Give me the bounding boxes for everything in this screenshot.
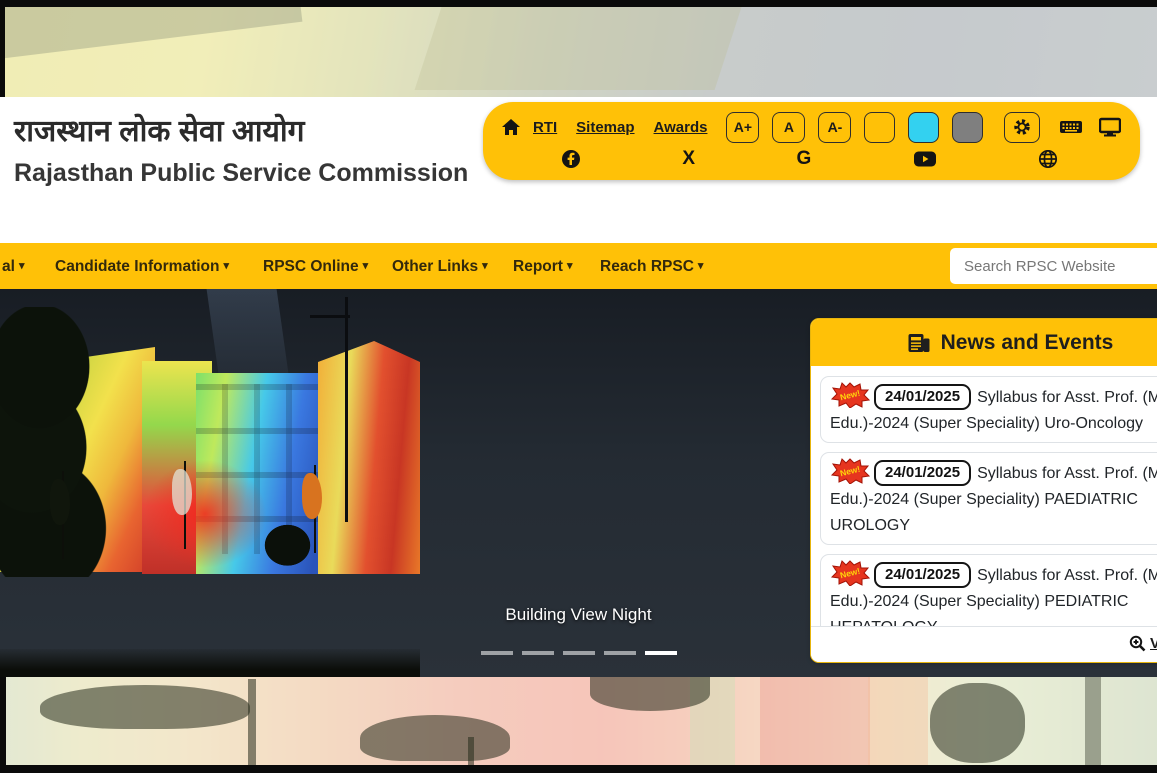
x-icon[interactable]: X (682, 148, 695, 170)
sitemap-link[interactable]: Sitemap (576, 119, 634, 136)
chevron-down-icon: ▾ (19, 260, 25, 272)
font-increase-button[interactable]: A+ (726, 112, 759, 143)
site-title-hindi: राजस्थान लोक सेवा आयोग (14, 109, 305, 150)
chevron-down-icon: ▾ (567, 260, 573, 272)
theme-swatch-gray[interactable] (952, 112, 983, 143)
news-header: News and Events (811, 319, 1157, 366)
news-item[interactable]: New! 24/01/2025Syllabus for Asst. Prof. … (820, 376, 1157, 443)
search-plus-icon (1129, 635, 1146, 652)
news-date-badge: 24/01/2025 (874, 562, 971, 588)
flag-silhouette (300, 465, 330, 553)
font-decrease-button[interactable]: A- (818, 112, 851, 143)
flag-silhouette (48, 471, 78, 559)
theme-swatch-cyan[interactable] (908, 112, 939, 143)
news-date-badge: 24/01/2025 (874, 384, 971, 410)
theme-swatch-yellow[interactable] (864, 112, 895, 143)
nav-item-reach-rpsc[interactable]: Reach RPSC▾ (600, 243, 703, 289)
lamp-post-silhouette (345, 297, 348, 522)
site-header: राजस्थान लोक सेवा आयोग Rajasthan Public … (0, 97, 1157, 243)
keyboard-icon[interactable] (1059, 118, 1083, 136)
home-icon[interactable] (501, 117, 521, 137)
top-background-photo (0, 0, 1157, 97)
main-navigation: al▾ Candidate Information▾ RPSC Online▾ … (0, 243, 1157, 289)
bottom-background-photo (0, 677, 1157, 773)
view-more-link[interactable]: V (1129, 635, 1157, 652)
facebook-icon[interactable] (561, 149, 581, 169)
nav-item-report[interactable]: Report▾ (513, 243, 572, 289)
new-starburst-icon: New! (830, 560, 870, 586)
new-starburst-icon: New! (830, 382, 870, 408)
newspaper-icon (907, 332, 931, 354)
globe-icon[interactable] (1038, 149, 1058, 169)
news-list: New! 24/01/2025Syllabus for Asst. Prof. … (811, 366, 1157, 626)
chevron-down-icon: ▾ (363, 260, 369, 272)
nav-item-general[interactable]: al▾ (2, 243, 24, 289)
news-item[interactable]: New! 24/01/2025Syllabus for Asst. Prof. … (820, 452, 1157, 545)
site-title-english: Rajasthan Public Service Commission (14, 159, 468, 188)
news-item[interactable]: New! 24/01/2025Syllabus for Asst. Prof. … (820, 554, 1157, 626)
flag-silhouette (170, 461, 200, 549)
google-icon[interactable]: G (796, 148, 811, 170)
accessibility-toolbar: RTI Sitemap Awards A+ A A- (483, 102, 1140, 180)
photo-carousel: Building View Night (0, 289, 420, 597)
nav-item-other-links[interactable]: Other Links▾ (392, 243, 488, 289)
main-content: Important Links e Exam Calendar ate Grie… (0, 289, 1157, 677)
chevron-down-icon: ▾ (223, 260, 229, 272)
font-normal-button[interactable]: A (772, 112, 805, 143)
awards-link[interactable]: Awards (654, 119, 708, 136)
youtube-icon[interactable] (913, 150, 937, 168)
new-starburst-icon: New! (830, 458, 870, 484)
settings-button[interactable] (1004, 112, 1040, 143)
news-footer: V (811, 626, 1157, 662)
search-input[interactable] (950, 248, 1157, 284)
chevron-down-icon: ▾ (698, 260, 704, 272)
chevron-down-icon: ▾ (482, 260, 488, 272)
nav-item-candidate-information[interactable]: Candidate Information▾ (55, 243, 229, 289)
news-date-badge: 24/01/2025 (874, 460, 971, 486)
gear-icon (1012, 117, 1032, 137)
news-title: News and Events (941, 331, 1114, 355)
nav-item-rpsc-online[interactable]: RPSC Online▾ (263, 243, 368, 289)
rti-link[interactable]: RTI (533, 119, 557, 136)
monitor-icon[interactable] (1099, 117, 1121, 137)
news-and-events-panel: News and Events New! 24/01/2025Syllabus … (810, 318, 1157, 663)
